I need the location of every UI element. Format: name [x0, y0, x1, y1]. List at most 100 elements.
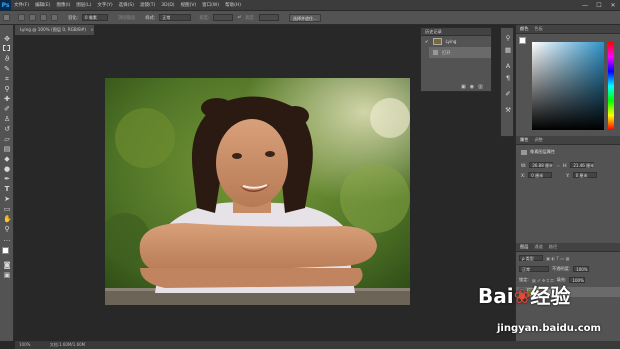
marquee-preset-icon[interactable]	[3, 14, 10, 21]
document-info[interactable]: 文档:1.60M/1.60M	[50, 342, 85, 347]
filter-icons[interactable]: ▣ ◐ T ▭ ▦	[546, 256, 569, 261]
add-selection-icon[interactable]	[29, 14, 36, 21]
document-tab[interactable]: Lying @ 100% (图层 0, RGB/8#) ×	[15, 25, 95, 35]
tab-swatches[interactable]: 色板	[534, 26, 542, 32]
hand-tool-icon[interactable]: ✋	[3, 215, 12, 223]
menu-help[interactable]: 帮助(H)	[222, 2, 244, 8]
close-tab-icon[interactable]: ×	[90, 27, 94, 32]
size-row: W: 26.88 厘米 ∞ H: 21.46 厘米	[521, 162, 595, 168]
clone-stamp-tool-icon[interactable]: ♙	[3, 115, 11, 123]
camera-snapshot-icon[interactable]: ◉	[470, 84, 474, 90]
minimize-button[interactable]: —	[578, 0, 592, 11]
quick-mask-icon[interactable]: ◙	[3, 261, 11, 269]
menu-type[interactable]: 文字(Y)	[94, 2, 115, 8]
menu-filter[interactable]: 滤镜(T)	[137, 2, 158, 8]
blend-row: 正常 不透明度: 100%	[519, 266, 590, 272]
snapshot-label: Lying	[445, 39, 457, 44]
position-row: X: 0 厘米 Y: 0 厘米	[521, 172, 597, 178]
history-snapshot-row[interactable]: ✔ Lying	[421, 36, 491, 47]
pen-tool-icon[interactable]: ✒	[3, 175, 11, 183]
width-field[interactable]: 26.88 厘米	[529, 162, 554, 168]
zoom-level[interactable]: 100%	[19, 342, 30, 347]
path-select-tool-icon[interactable]: ➤	[3, 195, 11, 203]
height-input[interactable]	[258, 14, 279, 21]
layer-kind-select[interactable]: ρ 类型	[519, 255, 543, 261]
color-panel-foreground[interactable]	[519, 37, 526, 44]
more-tools-icon[interactable]: …	[3, 235, 11, 243]
menu-image[interactable]: 图像(I)	[53, 2, 73, 8]
paragraph-panel-icon[interactable]: ¶	[504, 74, 512, 82]
style-select[interactable]: 正常	[159, 14, 192, 21]
history-panel-icon[interactable]: ⚲	[504, 34, 512, 42]
menu-edit[interactable]: 编辑(E)	[32, 2, 53, 8]
height-label: H:	[562, 162, 568, 168]
trash-icon[interactable]: ▥	[478, 84, 483, 90]
tab-properties[interactable]: 属性	[520, 137, 528, 143]
blend-mode-select[interactable]: 正常	[519, 266, 549, 272]
swap-icon[interactable]: ⇄	[237, 15, 241, 20]
properties-panel-icon[interactable]: ▦	[504, 46, 512, 54]
menu-select[interactable]: 选择(S)	[116, 2, 137, 8]
rectangle-tool-icon[interactable]: ▭	[3, 205, 11, 213]
history-state-label: 打开	[442, 49, 451, 55]
marquee-tool-icon[interactable]	[3, 45, 10, 51]
width-input[interactable]	[213, 14, 234, 21]
gradient-tool-icon[interactable]: ▤	[3, 145, 11, 153]
subtract-selection-icon[interactable]	[40, 14, 47, 21]
brush-panel-icon[interactable]: ✐	[504, 90, 512, 98]
menu-file[interactable]: 文件(F)	[11, 2, 32, 8]
tab-color[interactable]: 颜色	[520, 26, 528, 32]
x-field[interactable]: 0 厘米	[528, 172, 553, 178]
character-panel-icon[interactable]: A	[504, 62, 512, 70]
pixel-layer-icon	[521, 149, 527, 155]
tab-layers[interactable]: 图层	[520, 244, 528, 250]
menu-layer[interactable]: 图层(L)	[73, 2, 94, 8]
menu-view[interactable]: 视图(V)	[178, 2, 200, 8]
antialias-checkbox[interactable]: 消除锯齿	[118, 15, 135, 21]
tab-adjustments[interactable]: 调整	[534, 137, 542, 143]
tool-presets-icon[interactable]: ⚒	[504, 106, 512, 114]
eraser-tool-icon[interactable]: ▱	[3, 135, 11, 143]
y-label: Y:	[566, 172, 570, 178]
intersect-selection-icon[interactable]	[51, 14, 58, 21]
hue-slider[interactable]	[608, 42, 614, 130]
opacity-field[interactable]: 100%	[573, 266, 590, 272]
dodge-tool-icon[interactable]: ●	[3, 165, 11, 173]
height-field[interactable]: 21.46 厘米	[570, 162, 595, 168]
screen-mode-icon[interactable]: ▣	[3, 271, 11, 279]
link-icon[interactable]: ∞	[556, 163, 560, 168]
tab-channels[interactable]: 通道	[534, 244, 542, 250]
crop-tool-icon[interactable]: ⌗	[3, 75, 11, 83]
healing-tool-icon[interactable]: ✚	[3, 95, 11, 103]
menu-window[interactable]: 窗口(W)	[199, 2, 222, 8]
history-panel-title[interactable]: 历史记录	[421, 28, 491, 36]
y-field[interactable]: 0 厘米	[572, 172, 597, 178]
close-button[interactable]: ✕	[606, 0, 620, 11]
new-selection-icon[interactable]	[18, 14, 25, 21]
lasso-tool-icon[interactable]: ϑ	[3, 55, 11, 63]
feather-input[interactable]: 0 像素	[82, 14, 109, 21]
select-and-mask-button[interactable]: 选择并遮住...	[288, 13, 321, 22]
eyedropper-tool-icon[interactable]: ⚲	[3, 85, 11, 93]
blur-tool-icon[interactable]: ◆	[3, 155, 11, 163]
history-state-row[interactable]: 打开	[429, 47, 491, 58]
layers-panel-tabs: 图层 通道 路径	[516, 243, 620, 252]
zoom-tool-icon[interactable]: ⚲	[3, 225, 11, 233]
foreground-color-swatch[interactable]	[2, 247, 9, 254]
quick-select-tool-icon[interactable]: ✎	[3, 65, 11, 73]
fill-field[interactable]: 100%	[569, 277, 586, 283]
style-label: 样式:	[145, 15, 156, 21]
brush-tool-icon[interactable]: ✐	[3, 105, 11, 113]
menu-3d[interactable]: 3D(D)	[158, 3, 177, 8]
menu-bar: Ps 文件(F) 编辑(E) 图像(I) 图层(L) 文字(Y) 选择(S) 滤…	[0, 0, 620, 11]
color-picker-field[interactable]	[532, 42, 604, 130]
properties-subtitle: 像素图层属性	[530, 149, 556, 154]
layer-filter-row: ρ 类型 ▣ ◐ T ▭ ▦	[519, 255, 569, 261]
new-document-from-state-icon[interactable]: ▣	[461, 84, 466, 90]
move-tool-icon[interactable]: ✥	[3, 35, 11, 43]
tab-paths[interactable]: 路径	[549, 244, 557, 250]
maximize-button[interactable]: ☐	[592, 0, 606, 11]
opacity-label: 不透明度:	[552, 266, 571, 271]
type-tool-icon[interactable]: T	[3, 185, 11, 193]
history-brush-tool-icon[interactable]: ↺	[3, 125, 11, 133]
